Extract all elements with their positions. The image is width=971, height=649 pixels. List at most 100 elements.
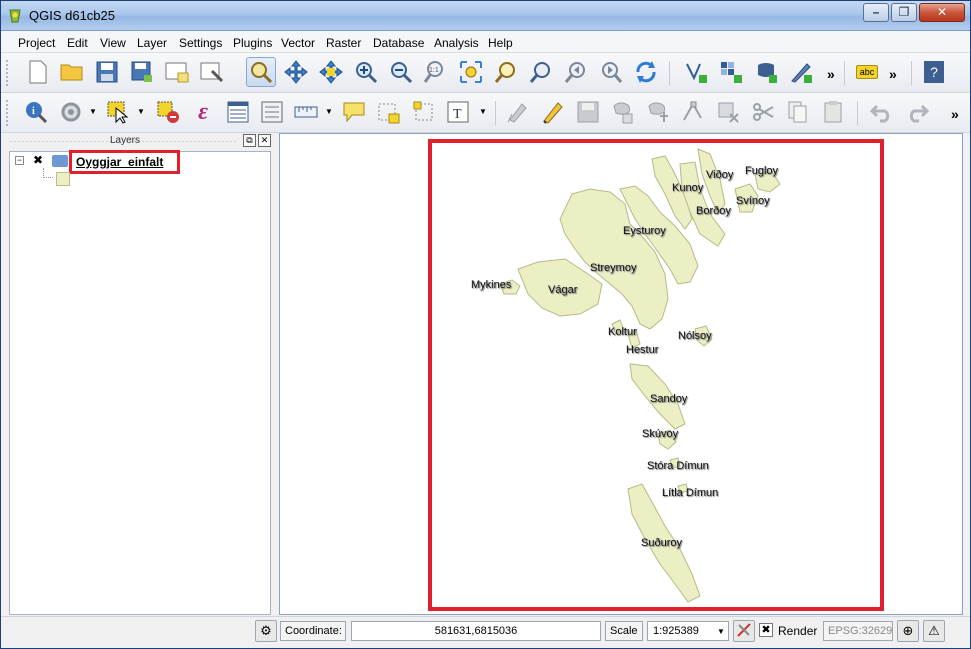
raster-icon[interactable] [716, 57, 746, 87]
new-project-icon[interactable] [23, 57, 53, 87]
digitize-icon[interactable] [681, 57, 711, 87]
menu-edit[interactable]: Edit [67, 36, 88, 50]
show-bookmarks-icon[interactable] [409, 97, 439, 127]
menu-help[interactable]: Help [488, 36, 513, 50]
text-annotation-icon[interactable]: T [444, 97, 474, 127]
menu-analysis[interactable]: Analysis [434, 36, 479, 50]
layers-tree: − ✖ Oyggjar_einfalt [9, 150, 271, 615]
refresh-icon[interactable] [631, 57, 661, 87]
vector-layer-icon [52, 155, 68, 167]
map-highlight-frame [428, 139, 884, 611]
cut-features-icon[interactable] [748, 97, 778, 127]
close-button[interactable]: ✕ [919, 3, 965, 22]
measure-icon[interactable] [291, 97, 321, 127]
python-icon[interactable] [751, 57, 781, 87]
crs-status-button[interactable]: EPSG:32629 [823, 621, 893, 641]
qgis-window: QGIS d61cb25 – ❐ ✕ Project Edit View Lay… [0, 0, 971, 649]
layers-panel: Layers ⧉ ✕ − ✖ Oyggjar_einfalt [7, 133, 273, 615]
collapse-icon[interactable]: − [15, 156, 24, 165]
map-tips-icon[interactable] [339, 97, 369, 127]
redo-icon[interactable] [902, 97, 932, 127]
map-canvas[interactable]: Fugloy Viðoy Kunoy Svínoy Borðoy Eysturo… [279, 133, 963, 615]
menu-layer[interactable]: Layer [137, 36, 167, 50]
new-bookmark-icon[interactable] [374, 97, 404, 127]
window-title: QGIS d61cb25 [29, 8, 115, 23]
render-checkbox[interactable]: ✖ [759, 623, 773, 637]
main-toolbar: 1:1 » abc » ? [1, 53, 970, 93]
zoom-to-selection-icon[interactable] [491, 57, 521, 87]
pan-to-selection-icon[interactable] [281, 57, 311, 87]
dropdown-arrow-icon[interactable]: ▼ [479, 107, 487, 116]
layer-visibility-checkbox[interactable]: ✖ [33, 154, 45, 167]
maximize-button[interactable]: ❐ [891, 3, 917, 22]
move-feature-icon[interactable] [643, 97, 673, 127]
attributes-toolbar: i ▼ ▼ ε ▼ T ▼ » [1, 93, 970, 133]
close-panel-button[interactable]: ✕ [258, 134, 271, 147]
menu-settings[interactable]: Settings [179, 36, 222, 50]
edit-icon[interactable] [503, 97, 533, 127]
menu-raster[interactable]: Raster [326, 36, 361, 50]
save-edits-icon[interactable] [573, 97, 603, 127]
toolbar-overflow-chevron[interactable]: » [827, 66, 835, 82]
svg-text:i: i [32, 106, 35, 117]
node-tool-icon[interactable] [678, 97, 708, 127]
zoom-to-layer-icon[interactable] [526, 57, 556, 87]
paste-features-icon[interactable] [818, 97, 848, 127]
zoom-last-icon[interactable] [561, 57, 591, 87]
toolbar-overflow-chevron[interactable]: » [889, 66, 897, 82]
select-features-icon[interactable] [103, 97, 133, 127]
qgis-app-icon [9, 9, 21, 23]
messages-icon[interactable]: ⚙ [255, 620, 277, 642]
menu-plugins[interactable]: Plugins [233, 36, 272, 50]
pan-icon-alt[interactable] [316, 57, 346, 87]
zoom-in-icon[interactable] [351, 57, 381, 87]
minimize-button[interactable]: – [863, 3, 889, 22]
label-tool-icon[interactable]: abc [852, 57, 882, 87]
dropdown-arrow-icon[interactable]: ▼ [89, 107, 97, 116]
plugin-icon[interactable] [786, 57, 816, 87]
toolbar-separator [857, 101, 858, 125]
field-calculator-icon[interactable] [257, 97, 287, 127]
deselect-icon[interactable] [153, 97, 183, 127]
save-project-icon[interactable] [92, 57, 122, 87]
attribute-table-icon[interactable] [223, 97, 253, 127]
select-tool-icon[interactable] [56, 97, 86, 127]
projection-globe-icon[interactable]: ⊕ [897, 620, 919, 642]
panel-splitter[interactable] [273, 133, 278, 615]
add-feature-icon[interactable] [608, 97, 638, 127]
float-panel-button[interactable]: ⧉ [243, 134, 256, 147]
zoom-full-icon[interactable] [456, 57, 486, 87]
zoom-out-icon[interactable] [386, 57, 416, 87]
expression-select-icon[interactable]: ε [188, 97, 218, 127]
delete-selected-icon[interactable] [713, 97, 743, 127]
composer-manager-icon[interactable] [197, 57, 227, 87]
pencil-icon[interactable] [538, 97, 568, 127]
undo-icon[interactable] [867, 97, 897, 127]
status-bar: ⚙ Coordinate: 581631,6815036 Scale 1:925… [1, 616, 970, 648]
copy-features-icon[interactable] [783, 97, 813, 127]
toolbar-grip[interactable] [5, 59, 9, 87]
identify-icon[interactable]: i [21, 97, 51, 127]
zoom-next-icon[interactable] [596, 57, 626, 87]
toolbar-overflow-chevron[interactable]: » [951, 106, 959, 122]
zoom-actual-icon[interactable]: 1:1 [421, 57, 451, 87]
stop-render-icon[interactable] [733, 620, 755, 642]
menu-vector[interactable]: Vector [281, 36, 315, 50]
open-project-icon[interactable] [57, 57, 87, 87]
svg-text:1:1: 1:1 [429, 67, 439, 74]
toolbar-separator [669, 61, 670, 85]
save-as-icon[interactable] [127, 57, 157, 87]
dropdown-arrow-icon[interactable]: ▼ [137, 107, 145, 116]
warning-icon[interactable]: ⚠ [923, 620, 945, 642]
menu-project[interactable]: Project [18, 36, 55, 50]
coordinate-field[interactable]: 581631,6815036 [351, 621, 601, 641]
toolbar-grip[interactable] [5, 99, 9, 127]
help-icon[interactable]: ? [919, 57, 949, 87]
menu-database[interactable]: Database [373, 36, 424, 50]
pan-map-icon[interactable] [246, 57, 276, 87]
chevron-down-icon[interactable]: ▼ [717, 627, 725, 636]
new-print-composer-icon[interactable] [162, 57, 192, 87]
menu-view[interactable]: View [100, 36, 126, 50]
layers-panel-title: Layers [109, 135, 140, 146]
dropdown-arrow-icon[interactable]: ▼ [325, 107, 333, 116]
